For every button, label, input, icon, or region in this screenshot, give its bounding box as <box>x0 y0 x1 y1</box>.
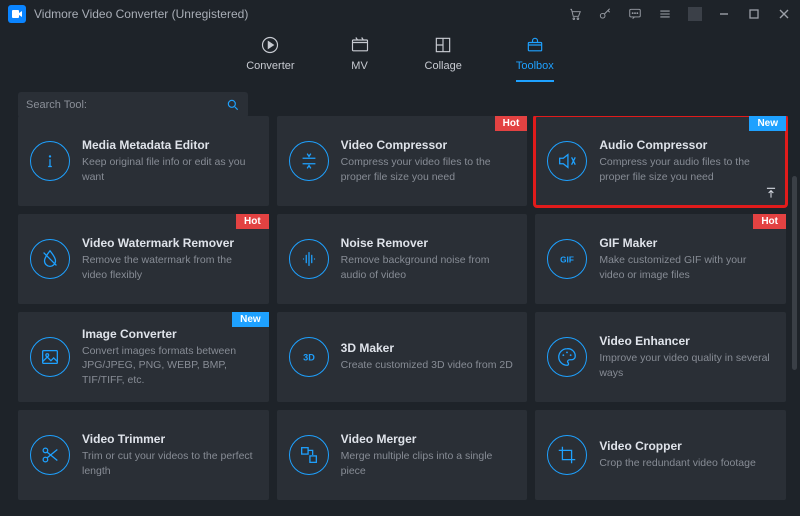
search-tool[interactable] <box>18 92 248 118</box>
tool-title: Video Cropper <box>599 439 774 453</box>
tool-title: Media Metadata Editor <box>82 138 257 152</box>
tool-description: Create customized 3D video from 2D <box>341 358 516 372</box>
feedback-icon[interactable] <box>628 7 642 21</box>
tool-card-media-metadata-editor[interactable]: Media Metadata Editor Keep original file … <box>18 116 269 206</box>
tool-description: Convert images formats between JPG/JPEG,… <box>82 344 257 387</box>
tool-card-video-trimmer[interactable]: Video Trimmer Trim or cut your videos to … <box>18 410 269 500</box>
tool-description: Compress your audio files to the proper … <box>599 155 774 183</box>
svg-text:GIF: GIF <box>560 256 574 265</box>
3d-icon: 3D <box>289 337 329 377</box>
tool-card-image-converter[interactable]: NewImage Converter Convert images formats… <box>18 312 269 402</box>
drop-icon <box>30 239 70 279</box>
tool-description: Keep original file info or edit as you w… <box>82 155 257 183</box>
tool-title: Video Trimmer <box>82 432 257 446</box>
titlebar: Vidmore Video Converter (Unregistered) <box>0 0 800 28</box>
hot-badge: Hot <box>495 116 528 131</box>
tool-card-video-watermark-remover[interactable]: Hot Video Watermark Remover Remove the wat… <box>18 214 269 304</box>
tool-card-video-enhancer[interactable]: Video Enhancer Improve your video quality… <box>535 312 786 402</box>
collage-icon <box>432 34 454 56</box>
tool-title: Video Enhancer <box>599 334 774 348</box>
svg-text:3D: 3D <box>303 353 315 363</box>
menu-icon[interactable] <box>658 7 672 21</box>
app-logo <box>8 5 26 23</box>
hot-badge: Hot <box>753 214 786 229</box>
separator <box>688 7 702 21</box>
scissors-icon <box>30 435 70 475</box>
cart-icon[interactable] <box>568 7 582 21</box>
new-badge: New <box>749 116 786 131</box>
tool-title: Noise Remover <box>341 236 516 250</box>
mv-icon <box>349 34 371 56</box>
new-badge: New <box>232 312 269 327</box>
tool-title: 3D Maker <box>341 341 516 355</box>
noise-icon <box>289 239 329 279</box>
audio-icon <box>547 141 587 181</box>
maximize-button[interactable] <box>748 8 762 20</box>
tool-card-3d-maker[interactable]: 3D 3D Maker Create customized 3D video fro… <box>277 312 528 402</box>
tab-mv[interactable]: MV <box>349 34 371 82</box>
merge-icon <box>289 435 329 475</box>
tool-card-video-compressor[interactable]: Hot Video Compressor Compress your video f… <box>277 116 528 206</box>
minimize-button[interactable] <box>718 8 732 20</box>
tool-card-gif-maker[interactable]: Hot GIF GIF Maker Make customized GIF with … <box>535 214 786 304</box>
tool-description: Compress your video files to the proper … <box>341 155 516 183</box>
tool-description: Remove the watermark from the video flex… <box>82 253 257 281</box>
palette-icon <box>547 337 587 377</box>
tool-title: Video Watermark Remover <box>82 236 257 250</box>
compress-icon <box>289 141 329 181</box>
toolbox-icon <box>524 34 546 56</box>
tool-card-video-cropper[interactable]: Video Cropper Crop the redundant video fo… <box>535 410 786 500</box>
search-input[interactable] <box>26 99 226 111</box>
tool-title: GIF Maker <box>599 236 774 250</box>
tool-description: Remove background noise from audio of vi… <box>341 253 516 281</box>
converter-icon <box>259 34 281 56</box>
key-icon[interactable] <box>598 7 612 21</box>
window-title: Vidmore Video Converter (Unregistered) <box>34 7 248 21</box>
tool-description: Improve your video quality in several wa… <box>599 351 774 379</box>
gif-icon: GIF <box>547 239 587 279</box>
tab-collage[interactable]: Collage <box>425 34 462 82</box>
tool-description: Trim or cut your videos to the perfect l… <box>82 449 257 477</box>
tool-card-audio-compressor[interactable]: New Audio Compressor Compress your audio f… <box>535 116 786 206</box>
info-icon <box>30 141 70 181</box>
tab-converter[interactable]: Converter <box>246 34 294 82</box>
tool-grid: Media Metadata Editor Keep original file … <box>0 116 800 500</box>
tool-description: Merge multiple clips into a single piece <box>341 449 516 477</box>
close-button[interactable] <box>778 8 792 20</box>
hot-badge: Hot <box>236 214 269 229</box>
tool-title: Image Converter <box>82 327 257 341</box>
upload-icon[interactable] <box>764 186 778 200</box>
scrollbar[interactable] <box>792 176 797 370</box>
main-tabs: Converter MV Collage Toolbox <box>0 28 800 82</box>
search-icon[interactable] <box>226 98 240 112</box>
tab-toolbox[interactable]: Toolbox <box>516 34 554 82</box>
tool-title: Video Compressor <box>341 138 516 152</box>
image-icon <box>30 337 70 377</box>
tool-card-noise-remover[interactable]: Noise Remover Remove background noise fro… <box>277 214 528 304</box>
crop-icon <box>547 435 587 475</box>
tool-description: Crop the redundant video footage <box>599 456 774 470</box>
tool-title: Video Merger <box>341 432 516 446</box>
tool-card-video-merger[interactable]: Video Merger Merge multiple clips into a … <box>277 410 528 500</box>
tool-description: Make customized GIF with your video or i… <box>599 253 774 281</box>
tool-title: Audio Compressor <box>599 138 774 152</box>
